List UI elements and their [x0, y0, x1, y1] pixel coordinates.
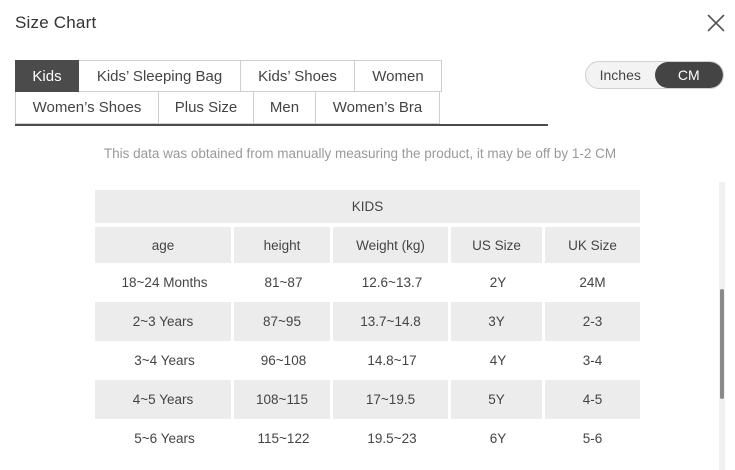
tab-kids-shoes[interactable]: Kids’ Shoes [241, 60, 355, 92]
table-row: 4~5 Years 108~115 17~19.5 5Y 4-5 [95, 380, 640, 419]
table-cell: 115~122 [257, 431, 310, 446]
table-header-row: age height Weight (kg) US Size UK Size [95, 227, 640, 263]
table-cell: 6Y [489, 431, 507, 446]
table-cell: 3Y [451, 302, 545, 341]
table-row: 3~4 Years 96~108 14.8~17 4Y 3-4 [95, 341, 640, 380]
table-cell: 5-6 [582, 431, 603, 446]
tab-kids-sleeping-bag[interactable]: Kids’ Sleeping Bag [79, 60, 241, 92]
tab-women[interactable]: Women [355, 60, 442, 92]
table-cell: 3~4 Years [134, 353, 195, 368]
header-weight: Weight (kg) [333, 227, 451, 263]
table-row: 2~3 Years 87~95 13.7~14.8 3Y 2-3 [95, 302, 640, 341]
category-tabs: Kids Kids’ Sleeping Bag Kids’ Shoes Wome… [15, 60, 548, 124]
table-cell: 14.8~17 [367, 353, 417, 368]
table-cell: 4-5 [545, 380, 640, 419]
table-cell: 87~95 [234, 302, 333, 341]
table-cell: 19.5~23 [367, 431, 417, 446]
table-cell: 5~6 Years [134, 431, 195, 446]
size-table: KIDS age height Weight (kg) US Size UK S… [95, 190, 640, 458]
close-icon [707, 14, 725, 32]
tab-womens-shoes[interactable]: Women’s Shoes [15, 92, 159, 124]
table-cell: 5Y [451, 380, 545, 419]
close-button[interactable] [704, 11, 728, 35]
table-title: KIDS [95, 190, 640, 223]
header-age: age [95, 227, 234, 263]
tab-kids[interactable]: Kids [15, 60, 79, 92]
table-cell: 24M [579, 275, 606, 290]
tab-men[interactable]: Men [254, 92, 316, 124]
table-cell: 3-4 [582, 353, 603, 368]
table-cell: 108~115 [234, 380, 333, 419]
table-cell: 2~3 Years [95, 302, 234, 341]
table-row: 5~6 Years 115~122 19.5~23 6Y 5-6 [95, 419, 640, 458]
unit-toggle: Inches CM [585, 61, 724, 89]
unit-cm-option[interactable]: CM [654, 62, 723, 88]
table-row: 18~24 Months 81~87 12.6~13.7 2Y 24M [95, 263, 640, 302]
header-us-size: US Size [451, 227, 545, 263]
measurement-note: This data was obtained from manually mea… [103, 146, 617, 161]
header-height: height [234, 227, 333, 263]
table-cell: 13.7~14.8 [333, 302, 451, 341]
table-cell: 17~19.5 [333, 380, 451, 419]
tab-plus-size[interactable]: Plus Size [159, 92, 254, 124]
table-cell: 81~87 [264, 275, 303, 290]
header-uk-size: UK Size [545, 227, 640, 263]
table-cell: 12.6~13.7 [361, 275, 423, 290]
tab-womens-bra[interactable]: Women’s Bra [316, 92, 440, 124]
table-cell: 96~108 [260, 353, 307, 368]
table-cell: 2Y [489, 275, 507, 290]
table-cell: 18~24 Months [121, 275, 208, 290]
unit-inches-option[interactable]: Inches [586, 62, 655, 88]
table-cell: 4Y [489, 353, 507, 368]
dialog-title: Size Chart [15, 13, 97, 32]
tabs-underline [15, 124, 548, 126]
table-cell: 4~5 Years [95, 380, 234, 419]
table-cell: 2-3 [545, 302, 640, 341]
scrollbar-thumb[interactable] [720, 289, 724, 399]
